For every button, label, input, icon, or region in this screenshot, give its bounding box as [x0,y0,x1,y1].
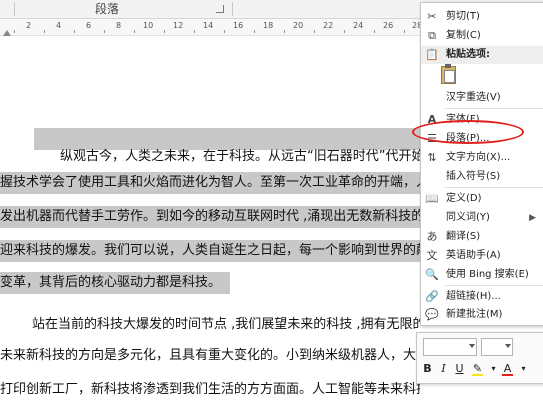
indent-marker-icon[interactable] [3,30,11,36]
menu-item-label: 使用 Bing 搜索(E) [446,269,529,280]
ruler-number: 24 [353,21,364,30]
ruler-tick [164,30,165,33]
highlight-button[interactable]: ✎ [471,361,484,377]
scissors-icon: ✂ [427,10,437,23]
doc-line[interactable]: 变革，其背后的核心驱动力都是科技。 [0,272,230,294]
menu-item-insert-symbol[interactable]: 插入符号(S) [421,168,543,186]
ruler-number: 8 [116,21,122,30]
menu-item-reconvert[interactable]: 汉字重选(V) [421,89,543,107]
clipboard-clip [445,64,451,68]
paragraph-dialog-launcher-icon[interactable] [216,5,224,13]
doc-line[interactable]: 站在当前的科技大爆发的时间节点 ,我们展望未来的科技 ,拥有无限的可能。 [32,314,420,336]
menu-item-english-assistant[interactable]: 文 英语助手(A) [421,247,543,265]
underline-button[interactable]: U [453,361,466,377]
paste-keep-text-only-button[interactable] [439,64,457,84]
menu-item-label: 超链接(H)... [446,291,501,302]
menu-item-label: 剪切(T) [446,11,480,22]
menu-item-label: 文字方向(X)... [446,152,511,163]
chevron-down-icon[interactable] [469,344,475,348]
ruler-tick [44,30,45,33]
menu-item-label: 插入符号(S) [446,171,501,182]
ruler-tick [104,30,105,33]
menu-item-cut[interactable]: ✂ 剪切(T) [421,8,543,26]
menu-separator [445,285,543,286]
menu-item-define[interactable]: 📖 定义(D) [421,190,543,208]
doc-line[interactable]: 纵观古今，人类之未来，在于科技。从远古“旧石器时代”代开始，猿人 [60,146,420,168]
menu-item-bing-search[interactable]: 🔍 使用 Bing 搜索(E) [421,266,543,284]
menu-item-label: 新建批注(M) [446,309,503,320]
menu-item-text-direction[interactable]: ⇅ 文字方向(X)... [421,149,543,167]
chevron-down-icon[interactable]: ▾ [487,361,500,377]
ruler-tick [194,30,195,33]
menu-item-synonyms[interactable]: 同义词(Y) ▶ [421,209,543,227]
translate-icon: あ [426,230,438,243]
ruler-tick [74,30,75,33]
highlight-color-bar [472,374,483,376]
menu-item-new-comment[interactable]: 💬 新建批注(M) [421,306,543,324]
paste-icon: 📋 [425,48,439,61]
ruler-tick [224,30,225,33]
text-direction-icon: ⇅ [427,151,437,164]
doc-line[interactable]: 发出机器而代替手工劳作。到如今的移动互联网时代 ,涌现出无数新科技的火 [0,206,420,228]
mini-toolbar: B I U ✎ ▾ A ▾ [416,332,543,384]
ruler-number: 16 [233,21,244,30]
comment-icon: 💬 [425,308,439,321]
bold-button[interactable]: B [421,361,434,377]
annotation-highlight-oval [412,120,524,144]
ruler-tick [314,30,315,33]
ruler-tick [344,30,345,33]
font-color-button[interactable]: A [501,361,514,377]
ruler-number: 2 [26,21,32,30]
menu-header-paste-options: 📋 粘贴选项: [421,46,543,64]
menu-item-label: 粘贴选项: [446,49,490,60]
ruler-number: 20 [293,21,304,30]
clipboard-paper [444,70,455,83]
ruler-number: 26 [383,21,394,30]
ruler-tick [374,30,375,33]
italic-button[interactable]: I [437,361,450,377]
ruler-number: 4 [56,21,62,30]
ribbon-separator [14,2,15,16]
context-menu: ✂ 剪切(T) ⧉ 复制(C) 📋 粘贴选项: 汉字重选(V) A 字体(F).… [420,2,543,326]
search-icon: 🔍 [425,268,439,281]
menu-separator [445,187,543,188]
doc-line[interactable]: 打印创新工厂，新科技将渗透到我们生活的方方面面。人工智能等未来科技将深 [0,379,420,401]
menu-item-label: 定义(D) [446,193,482,204]
menu-item-translate[interactable]: あ 翻译(S) [421,228,543,246]
ruler-tick [254,30,255,33]
menu-item-hyperlink[interactable]: 🔗 超链接(H)... [421,288,543,306]
doc-line[interactable]: 握技术学会了使用工具和火焰而进化为智人。至第一次工业革命的开端，人类 [0,172,420,194]
chevron-down-icon[interactable] [505,344,511,348]
ruler-tick [404,30,405,33]
book-icon: 📖 [425,192,439,205]
submenu-arrow-icon: ▶ [529,213,536,223]
menu-separator [445,108,543,109]
ruler-tick [14,30,15,33]
ruler-number: 12 [173,21,184,30]
font-color-bar [502,374,513,376]
menu-item-label: 翻译(S) [446,231,481,242]
ribbon-group-label: 段落 [95,2,120,16]
ruler-number: 22 [323,21,334,30]
ruler-tick [134,30,135,33]
copy-icon: ⧉ [428,29,436,42]
menu-item-copy[interactable]: ⧉ 复制(C) [421,27,543,45]
ruler-number: 6 [86,21,92,30]
menu-item-label: 汉字重选(V) [446,92,501,103]
ruler-number: 18 [263,21,274,30]
link-icon: 🔗 [425,290,439,303]
menu-item-label: 同义词(Y) [446,212,490,223]
doc-line[interactable]: 未来新科技的方向是多元化，且具有重大变化的。小到纳米级机器人，大到 [0,345,420,367]
menu-item-label: 英语助手(A) [446,250,501,261]
ruler-tick [284,30,285,33]
chevron-down-icon[interactable]: ▾ [517,361,530,377]
menu-item-label: 复制(C) [446,30,481,41]
english-assistant-icon: 文 [426,249,438,262]
ribbon-separator [232,2,233,16]
ruler-number: 14 [203,21,214,30]
doc-line[interactable]: 迎来科技的爆发。我们可以说，人类自诞生之日起，每一个影响到世界的颠覆 [0,240,420,262]
ruler-number: 10 [143,21,154,30]
